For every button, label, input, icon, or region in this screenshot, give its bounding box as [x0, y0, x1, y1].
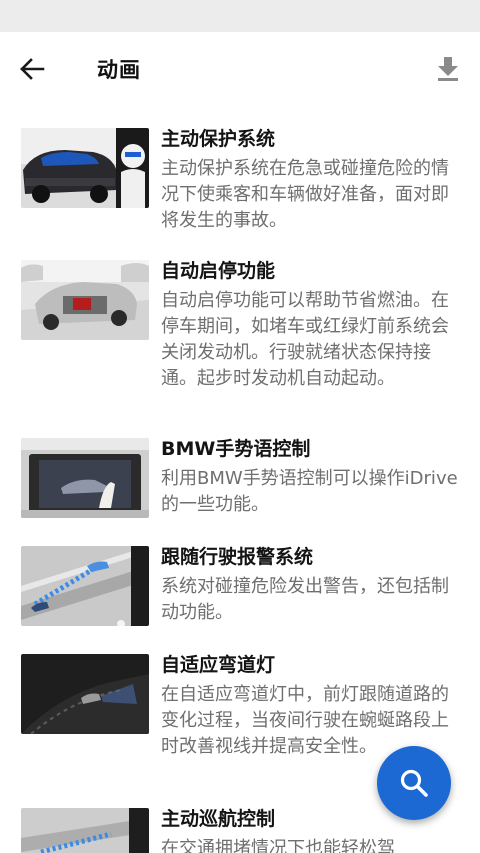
- search-icon: [400, 769, 428, 797]
- status-bar: [0, 0, 480, 32]
- item-thumbnail: [21, 546, 149, 626]
- item-thumbnail: [21, 808, 149, 853]
- search-button[interactable]: [377, 746, 451, 820]
- item-description: 主动保护系统在危急或碰撞危险的情况下使乘客和车辆做好准备，面对即将发生的事故。: [161, 158, 449, 231]
- item-description: 在交通拥堵情况下也能轻松驾: [161, 838, 395, 853]
- list-item[interactable]: BMW手势语控制 利用BMW手势语控制可以操作iDrive的一些功能。: [0, 438, 480, 524]
- animation-list: 主动保护系统 主动保护系统在危急或碰撞危险的情况下使乘客和车辆做好准备，面对即将…: [0, 106, 480, 853]
- download-button[interactable]: [432, 52, 464, 86]
- download-icon: [438, 57, 458, 81]
- item-title: 跟随行驶报警系统: [161, 546, 314, 568]
- arrow-back-icon: [20, 58, 45, 80]
- item-title: 自适应弯道灯: [161, 654, 276, 676]
- item-thumbnail: [21, 654, 149, 734]
- item-thumbnail: [21, 438, 149, 518]
- list-item[interactable]: 主动保护系统 主动保护系统在危急或碰撞危险的情况下使乘客和车辆做好准备，面对即将…: [0, 128, 480, 236]
- item-description: 自动启停功能可以帮助节省燃油。在停车期间，如堵车或红绿灯前系统会关闭发动机。行驶…: [161, 290, 449, 389]
- app-bar: 动画: [0, 32, 480, 106]
- list-item[interactable]: 跟随行驶报警系统 系统对碰撞危险发出警告，还包括制动功能。: [0, 546, 480, 632]
- item-description: 利用BMW手势语控制可以操作iDrive的一些功能。: [161, 468, 458, 515]
- page-title: 动画: [97, 58, 141, 82]
- item-title: 主动保护系统: [161, 128, 276, 150]
- item-thumbnail: [21, 260, 149, 340]
- back-button[interactable]: [14, 53, 50, 85]
- item-title: 自动启停功能: [161, 260, 276, 282]
- list-item[interactable]: 自动启停功能 自动启停功能可以帮助节省燃油。在停车期间，如堵车或红绿灯前系统会关…: [0, 260, 480, 420]
- item-title: BMW手势语控制: [161, 438, 311, 460]
- item-description: 系统对碰撞危险发出警告，还包括制动功能。: [161, 576, 449, 623]
- item-thumbnail: [21, 128, 149, 208]
